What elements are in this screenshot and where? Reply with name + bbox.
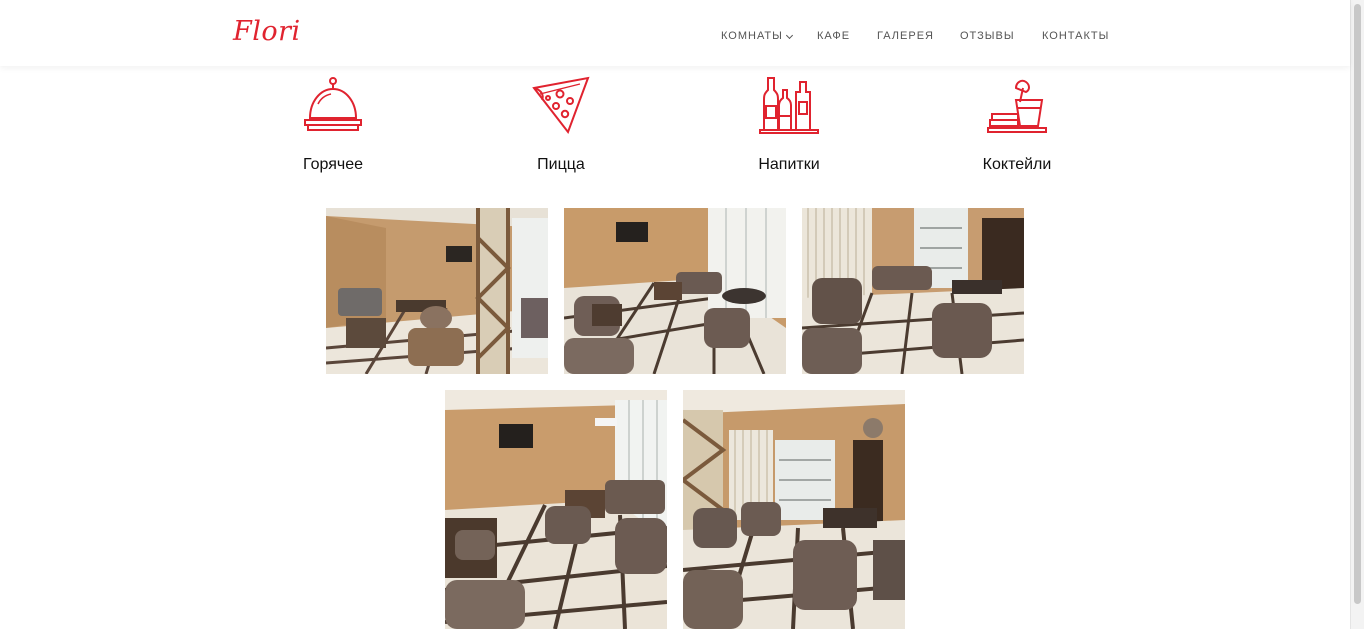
cafe-photo-1[interactable] xyxy=(326,208,548,374)
category-label: Напитки xyxy=(758,156,820,173)
scrollbar-thumb[interactable] xyxy=(1354,4,1361,604)
category-pizza[interactable]: Пицца xyxy=(481,74,641,174)
cafe-photo-image xyxy=(326,208,548,374)
cafe-photo-image xyxy=(802,208,1024,374)
cafe-photo-5[interactable] xyxy=(683,390,905,629)
category-label: Пицца xyxy=(537,156,585,173)
cafe-photo-image xyxy=(445,390,667,629)
cloche-icon xyxy=(304,77,362,131)
page-scrollbar[interactable] xyxy=(1350,0,1364,629)
site-header: Flori КОМНАТЫ КАФЕ ГАЛЕРЕЯ ОТЗЫВЫ КОНТАК… xyxy=(0,0,1350,66)
nav-item-rooms[interactable]: КОМНАТЫ xyxy=(721,30,783,42)
nav-item-contacts[interactable]: КОНТАКТЫ xyxy=(1042,30,1109,42)
nav-item-reviews[interactable]: ОТЗЫВЫ xyxy=(960,30,1015,42)
cafe-photo-3[interactable] xyxy=(802,208,1024,374)
cafe-photo-image xyxy=(564,208,786,374)
category-label: Коктейли xyxy=(982,156,1052,173)
cafe-photo-2[interactable] xyxy=(564,208,786,374)
nav-item-gallery[interactable]: ГАЛЕРЕЯ xyxy=(877,30,934,42)
category-drinks[interactable]: Напитки xyxy=(709,74,869,174)
nav-item-cafe[interactable]: КАФЕ xyxy=(817,30,850,42)
cocktail-icon xyxy=(987,79,1047,133)
category-hot[interactable]: Горячее xyxy=(253,74,413,174)
cafe-photo-image xyxy=(683,390,905,629)
bottles-icon xyxy=(759,77,819,134)
page: Flori КОМНАТЫ КАФЕ ГАЛЕРЕЯ ОТЗЫВЫ КОНТАК… xyxy=(0,0,1364,629)
cafe-photo-4[interactable] xyxy=(445,390,667,629)
category-label: Горячее xyxy=(302,156,363,173)
chevron-down-icon[interactable] xyxy=(785,31,794,40)
category-cocktails[interactable]: Коктейли xyxy=(937,74,1097,174)
pizza-slice-icon xyxy=(532,76,590,135)
site-logo[interactable]: Flori xyxy=(233,16,301,47)
